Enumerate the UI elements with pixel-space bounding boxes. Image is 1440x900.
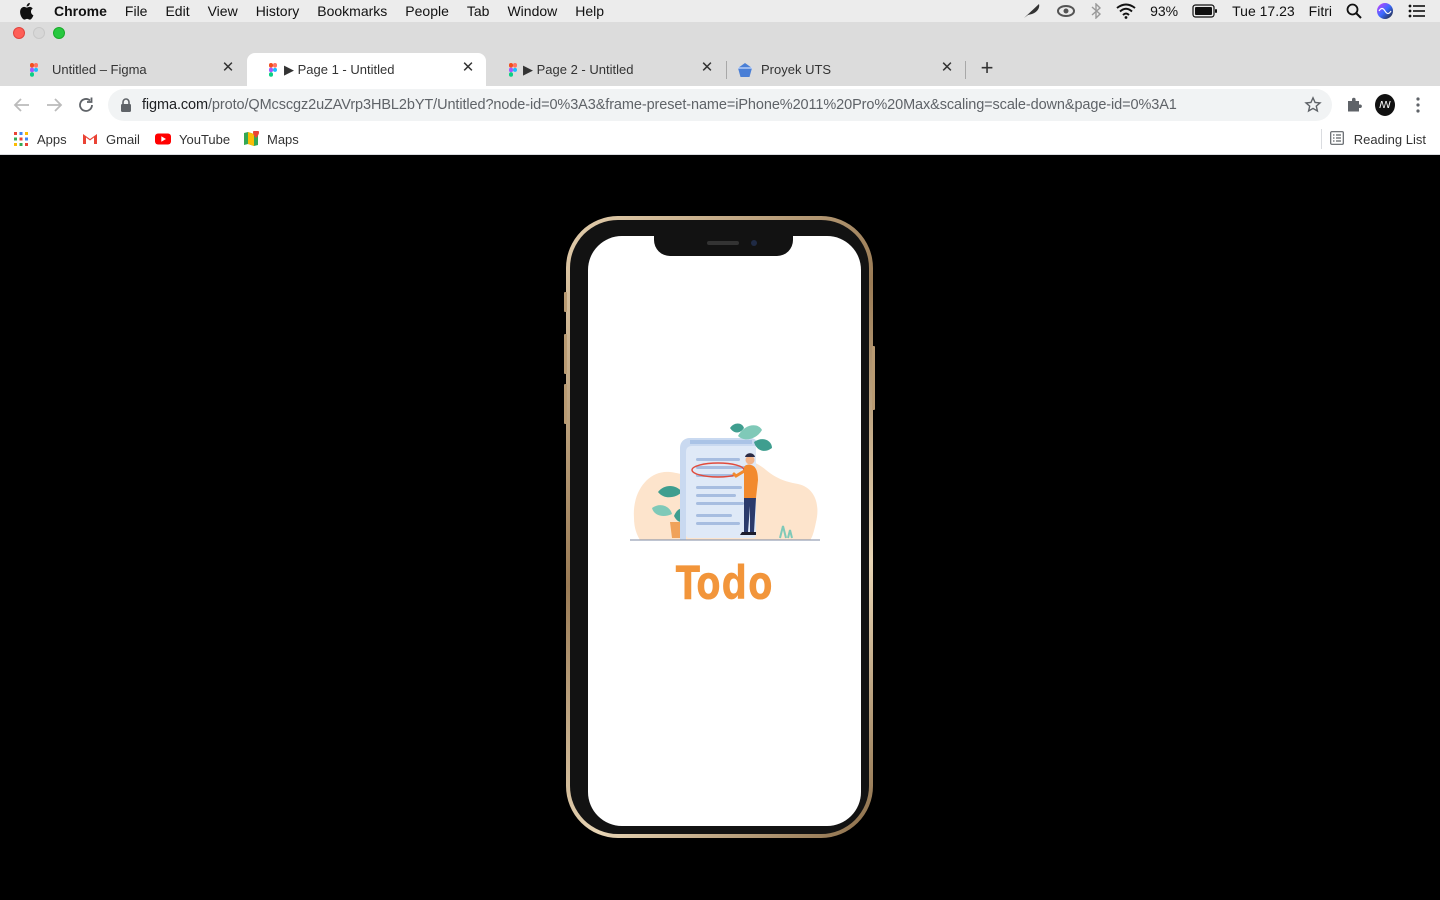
reading-list-button[interactable]: Reading List [1329,130,1426,148]
menubar-user[interactable]: Fitri [1309,3,1332,19]
battery-percent: 93% [1150,3,1179,19]
pentagon-icon [737,62,753,78]
profile-avatar-icon: ꟿ [1375,94,1395,116]
menu-view[interactable]: View [208,0,238,22]
window-titlebar [0,22,1440,44]
apple-icon[interactable] [18,2,36,20]
tab-untitled-figma[interactable]: Untitled – Figma ✕ [8,53,246,86]
tab-separator [965,61,966,79]
bookmarks-separator [1321,129,1322,149]
url-path: /proto/QMcscgz2uZAVrp3HBL2bYT/Untitled?n… [207,97,1177,113]
menu-bookmarks[interactable]: Bookmarks [317,0,387,22]
reading-list-icon [1329,131,1346,147]
gmail-icon [82,131,98,147]
phone-notch [654,236,793,256]
menu-edit[interactable]: Edit [165,0,189,22]
phone-volume-down-button [564,384,567,424]
person-pants [744,498,756,532]
tab-close-icon[interactable]: ✕ [699,60,715,76]
iphone-frame: Todo [564,216,875,838]
forward-arrow-icon[interactable] [44,95,64,115]
bookmark-label: Apps [37,131,67,147]
tab-close-icon[interactable]: ✕ [460,60,476,76]
prototype-screen[interactable]: Todo [588,236,861,826]
tab-proyek-uts[interactable]: Proyek UTS ✕ [727,53,965,86]
apps-grid-icon [13,131,29,147]
phone-volume-up-button [564,334,567,374]
kebab-menu-icon[interactable] [1408,95,1428,115]
window-close-button[interactable] [13,27,25,39]
reload-icon[interactable] [76,95,96,115]
phone-speaker [707,241,739,245]
tab-title: ▶ Page 1 - Untitled [284,62,395,77]
tab-page-2-untitled[interactable]: ▶ Page 2 - Untitled ✕ [487,53,725,86]
notification-center-icon[interactable] [1408,4,1426,18]
extensions-puzzle-icon[interactable] [1344,95,1364,115]
bookmark-label: Gmail [106,131,140,147]
bookmark-maps[interactable]: Maps [243,130,299,148]
bookmark-label: Maps [267,131,299,147]
tab-strip: Untitled – Figma ✕ ▶ Page 1 - Untitled ✕… [0,44,1440,86]
menubar-clock[interactable]: Tue 17.23 [1232,3,1295,19]
url-host: figma.com [142,97,208,113]
app-title-todo: Todo [675,556,774,610]
bookmarks-bar: Apps Gmail YouTube Maps Reading List [0,124,1440,155]
prototype-viewport: Todo [0,155,1440,900]
leaf-icon [754,439,772,451]
new-tab-button[interactable]: + [977,57,997,79]
battery-icon[interactable] [1192,4,1218,18]
tab-title: Untitled – Figma [52,62,147,77]
window-maximize-button[interactable] [53,27,65,39]
figma-icon [26,62,42,78]
phone-camera [751,240,757,246]
address-bar[interactable]: figma.com/proto/QMcscgz2uZAVrp3HBL2bYT/U… [108,89,1332,121]
browser-toolbar: figma.com/proto/QMcscgz2uZAVrp3HBL2bYT/U… [0,86,1440,124]
figma-icon [505,62,521,78]
bookmark-youtube[interactable]: YouTube [155,130,230,148]
back-arrow-icon[interactable] [12,95,32,115]
wifi-icon[interactable] [1116,3,1136,19]
macos-menu-bar: Chrome File Edit View History Bookmarks … [0,0,1440,22]
url-text[interactable]: figma.com/proto/QMcscgz2uZAVrp3HBL2bYT/U… [142,97,1177,113]
menu-tab[interactable]: Tab [467,0,490,22]
profile-avatar[interactable]: ꟿ [1375,94,1395,116]
phone-mute-switch [564,292,567,312]
tab-close-icon[interactable]: ✕ [220,60,236,76]
phone-bezel: Todo [570,220,869,834]
tab-page-1-untitled[interactable]: ▶ Page 1 - Untitled ✕ [247,53,486,86]
maps-icon [243,131,259,147]
menu-file[interactable]: File [125,0,148,22]
bookmark-apps[interactable]: Apps [13,130,67,148]
youtube-icon [155,131,171,147]
tab-close-icon[interactable]: ✕ [939,60,955,76]
siri-icon[interactable] [1376,2,1394,20]
tab-title: ▶ Page 2 - Untitled [523,62,634,77]
phone-power-button [872,346,875,410]
figma-icon [265,62,281,78]
tab-title: Proyek UTS [761,62,832,77]
menu-app-name[interactable]: Chrome [54,0,107,22]
creative-cloud-icon[interactable] [1056,3,1076,19]
bookmark-star-icon[interactable] [1304,96,1322,114]
menu-help[interactable]: Help [575,0,604,22]
bluetooth-icon[interactable] [1090,3,1102,19]
bookmark-gmail[interactable]: Gmail [82,130,140,148]
menu-window[interactable]: Window [507,0,557,22]
menu-people[interactable]: People [405,0,449,22]
bookmark-label: YouTube [179,131,231,147]
feather-icon[interactable] [1022,3,1042,19]
window-minimize-button[interactable] [33,27,45,39]
menu-history[interactable]: History [256,0,300,22]
todo-illustration [630,423,820,541]
lock-icon[interactable] [120,98,132,112]
reading-list-label: Reading List [1353,131,1426,147]
spotlight-search-icon[interactable] [1346,3,1362,19]
